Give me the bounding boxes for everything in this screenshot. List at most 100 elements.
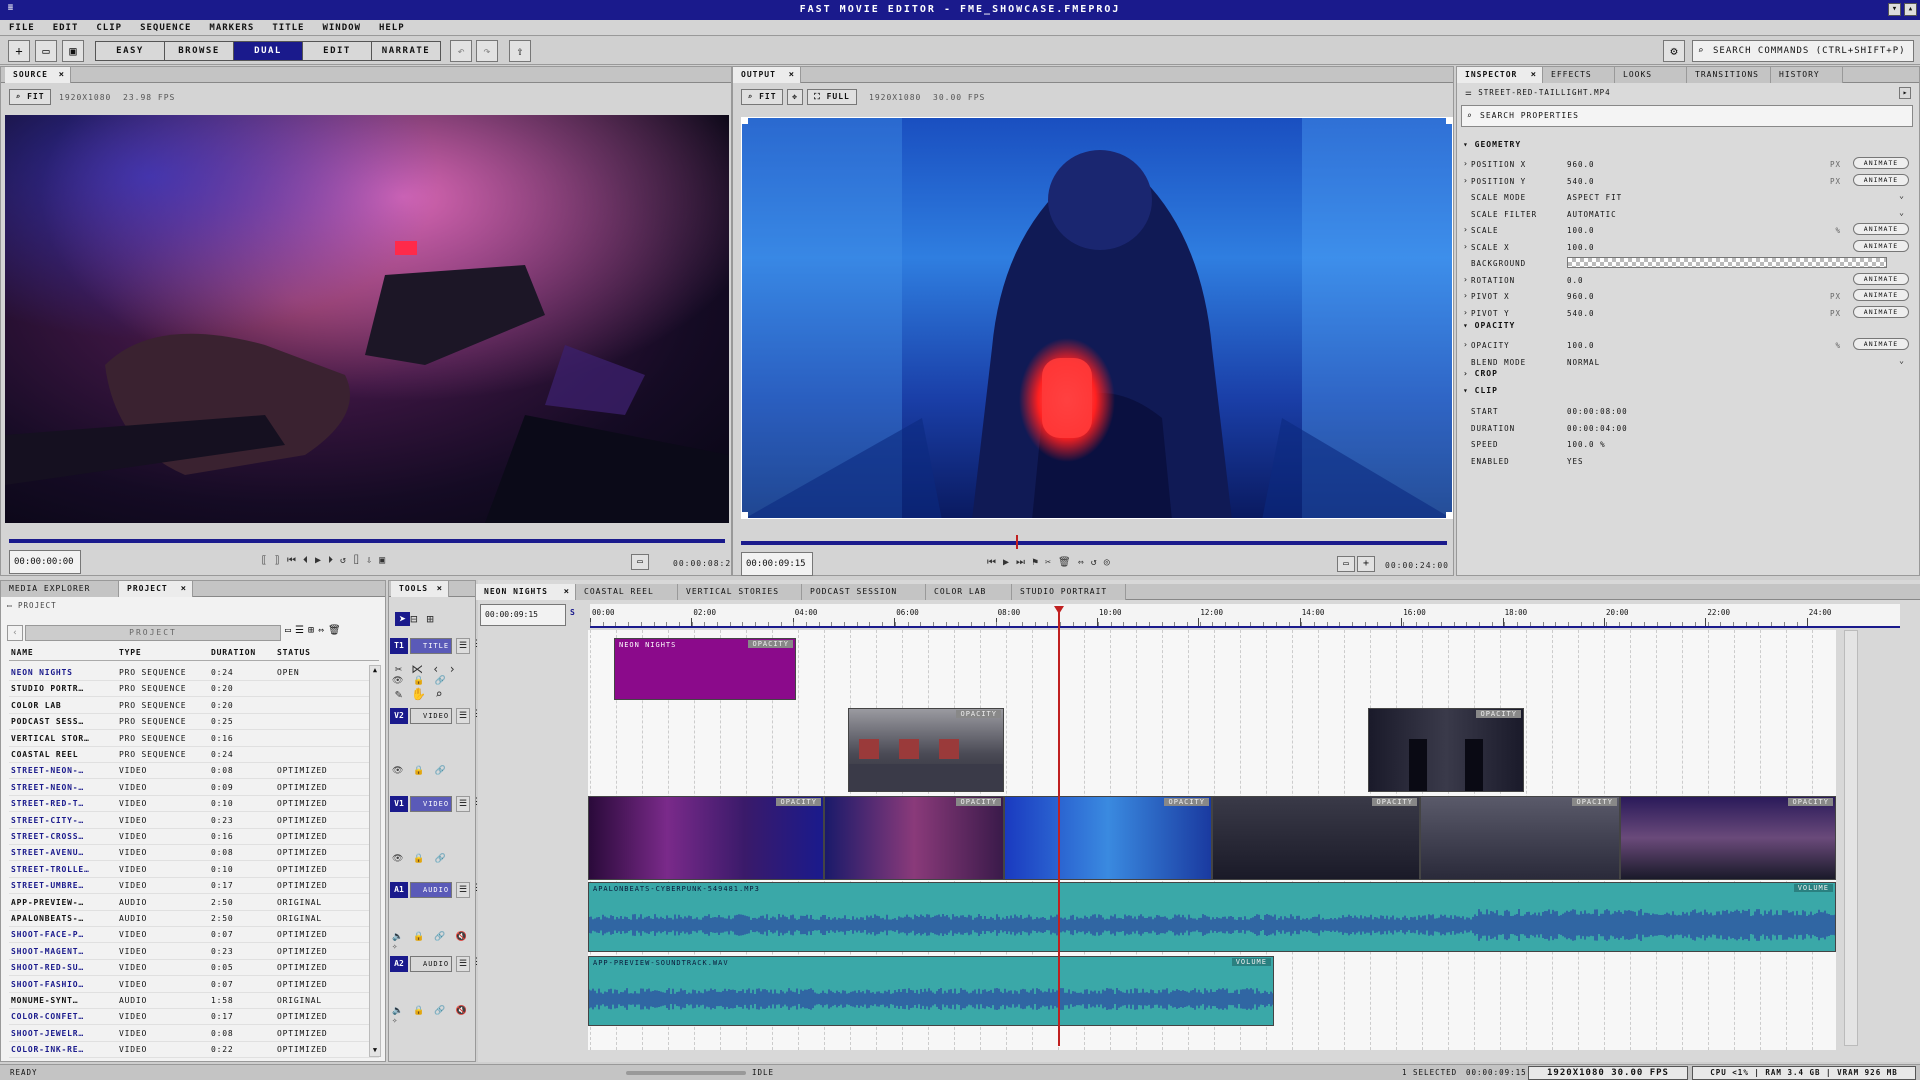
tab-source[interactable]: SOURCE × [5, 67, 71, 83]
mode-narrate-button[interactable]: NARRATE [371, 41, 441, 61]
track-visibility-controls[interactable]: 👁🔒🔗 [392, 854, 456, 864]
add-icon[interactable]: + [1357, 556, 1375, 572]
property-value[interactable]: 960.0 [1567, 292, 1595, 301]
output-fit-button[interactable]: ⌕ FIT [741, 89, 783, 105]
property-value[interactable]: 100.0 [1567, 243, 1595, 252]
tab-looks[interactable]: LOOKS [1615, 67, 1687, 83]
track-menu-icon[interactable]: ☰ [456, 638, 470, 654]
track-settings-icon[interactable]: ⋮ [472, 639, 481, 649]
chevron-right-icon[interactable]: › [1463, 225, 1469, 234]
source-transport-controls[interactable]: ⟦⟧⏮⏴▶⏵↺⌷⇩▣ [261, 555, 392, 566]
list-item[interactable]: STREET-RED-T… VIDEO 0:10 OPTIMIZED [9, 796, 379, 813]
property-value[interactable]: 0.0 [1567, 276, 1584, 285]
section-clip[interactable]: ▾ CLIP [1463, 386, 1498, 395]
close-icon[interactable]: × [181, 581, 187, 597]
transform-handle[interactable] [742, 118, 748, 124]
playhead-marker-icon[interactable] [1054, 606, 1065, 614]
list-item[interactable]: COASTAL REEL PRO SEQUENCE 0:24 [9, 747, 379, 763]
mode-dual-button[interactable]: DUAL [233, 41, 303, 61]
close-icon[interactable]: × [789, 67, 795, 83]
section-crop[interactable]: › CROP [1463, 369, 1498, 378]
close-icon[interactable]: × [437, 581, 443, 597]
save-icon[interactable]: ▣ [62, 40, 84, 62]
close-icon[interactable]: × [59, 67, 65, 83]
close-icon[interactable]: × [1531, 67, 1537, 83]
select-tool-icon[interactable]: ➤ [395, 612, 411, 626]
track-name-toggle[interactable]: AUDIO [410, 882, 452, 898]
video-clip[interactable]: OPACITY [588, 796, 824, 880]
chevron-down-icon[interactable]: ⌄ [1899, 356, 1905, 365]
output-full-button[interactable]: ⛶ FULL [807, 89, 857, 105]
property-value[interactable]: 100.0 [1567, 226, 1595, 235]
animate-button[interactable]: ANIMATE [1853, 272, 1909, 285]
property-value[interactable]: AUTOMATIC [1567, 210, 1617, 219]
property-value[interactable]: ASPECT FIT [1567, 193, 1622, 202]
property-value[interactable]: YES [1567, 457, 1584, 466]
property-value[interactable]: 540.0 [1567, 177, 1595, 186]
animate-button[interactable]: ANIMATE [1853, 289, 1909, 301]
video-clip[interactable]: OPACITY [1620, 796, 1836, 880]
list-item[interactable]: STUDIO PORTR… PRO SEQUENCE 0:20 [9, 681, 379, 698]
output-timecode[interactable]: 00:00:09:15 [741, 552, 813, 576]
property-value[interactable]: NORMAL [1567, 358, 1600, 367]
tab-inspector[interactable]: INSPECTOR × [1457, 67, 1543, 83]
track-audio-controls[interactable]: 🔈🔒🔗🔇✧ [392, 1006, 478, 1026]
chevron-right-icon[interactable]: › [1463, 176, 1469, 185]
tab-color-lab[interactable]: COLOR LAB [926, 584, 1012, 600]
property-row[interactable]: SCALE FILTER AUTOMATIC ⌄ [1457, 206, 1919, 222]
property-row[interactable]: › SCALE X 100.0 ANIMATE [1457, 239, 1919, 255]
track-settings-icon[interactable]: ⋮ [472, 797, 481, 807]
list-item[interactable]: STREET-CITY-… VIDEO 0:23 OPTIMIZED [9, 813, 379, 829]
track-settings-icon[interactable]: ⋮ [472, 709, 481, 719]
track-visibility-controls[interactable]: 👁🔒🔗 [392, 766, 456, 776]
output-viewer[interactable] [741, 117, 1453, 519]
tab-project[interactable]: PROJECT × [119, 581, 193, 597]
undo-icon[interactable]: ↶ [450, 40, 472, 62]
menu-window[interactable]: WINDOW [313, 20, 370, 36]
tab-podcast-session[interactable]: PODCAST SESSION [802, 584, 926, 600]
video-clip[interactable]: OPACITY [1212, 796, 1420, 880]
chevron-right-icon[interactable]: › [1463, 340, 1469, 349]
project-scrollbar[interactable]: ▲ ▼ [369, 665, 381, 1057]
chevron-right-icon[interactable]: › [1463, 159, 1469, 168]
property-row[interactable]: BLEND MODE NORMAL ⌄ [1457, 354, 1919, 370]
list-item[interactable]: SHOOT-RED-SU… VIDEO 0:05 OPTIMIZED [9, 960, 379, 977]
property-row[interactable]: › ROTATION 0.0 ANIMATE [1457, 272, 1919, 288]
tab-studio-portrait[interactable]: STUDIO PORTRAIT [1012, 584, 1126, 600]
list-item[interactable]: NEON NIGHTS PRO SEQUENCE 0:24 OPEN [9, 665, 379, 681]
video-clip-selected[interactable]: OPACITY [1004, 796, 1212, 880]
list-item[interactable]: PODCAST SESS… PRO SEQUENCE 0:25 [9, 714, 379, 731]
list-item[interactable]: COLOR-INK-RE… VIDEO 0:22 OPTIMIZED [9, 1042, 379, 1059]
list-item[interactable]: COLOR-CONFET… VIDEO 0:17 OPTIMIZED [9, 1009, 379, 1026]
transform-handle[interactable] [1446, 512, 1452, 518]
menu-title[interactable]: TITLE [263, 20, 313, 36]
list-item[interactable]: SHOOT-FASHIO… VIDEO 0:07 OPTIMIZED [9, 977, 379, 993]
mode-browse-button[interactable]: BROWSE [164, 41, 234, 61]
mode-edit-button[interactable]: EDIT [302, 41, 372, 61]
property-value[interactable]: 960.0 [1567, 160, 1595, 169]
list-item[interactable]: SHOOT-FACE-P… VIDEO 0:07 OPTIMIZED [9, 927, 379, 944]
video-clip[interactable]: OPACITY [848, 708, 1004, 792]
roll-tool-icon[interactable]: ⊞ [426, 612, 442, 626]
transform-handle[interactable] [742, 512, 748, 518]
track-name-toggle[interactable]: VIDEO [410, 708, 452, 724]
output-scrubber[interactable] [741, 541, 1447, 545]
property-row[interactable]: › SCALE 100.0% ANIMATE [1457, 222, 1919, 238]
move-icon[interactable]: ✥ [787, 89, 803, 105]
ripple-tool-icon[interactable]: ⊟ [410, 612, 426, 626]
track-menu-icon[interactable]: ☰ [456, 956, 470, 972]
audio-clip[interactable]: APP-PREVIEW-SOUNDTRACK.WAV VOLUME [588, 956, 1274, 1026]
property-value[interactable]: 00:00:04:00 [1567, 424, 1628, 433]
list-item[interactable]: COLOR LAB PRO SEQUENCE 0:20 [9, 698, 379, 714]
output-playhead[interactable] [1016, 535, 1019, 549]
timeline-playhead[interactable] [1054, 606, 1065, 1046]
track-audio-controls[interactable]: 🔈🔒🔗🔇✧ [392, 932, 478, 952]
tab-transitions[interactable]: TRANSITIONS [1687, 67, 1771, 83]
menu-edit[interactable]: EDIT [44, 20, 88, 36]
chevron-down-icon[interactable]: ⌄ [1899, 191, 1905, 200]
property-row[interactable]: › PIVOT X 960.0 PX ANIMATE [1457, 288, 1919, 304]
timeline-timecode[interactable]: 00:00:09:15 [480, 604, 566, 626]
timeline-vertical-scrollbar[interactable] [1844, 630, 1858, 1046]
scroll-up-icon[interactable]: ▲ [370, 666, 380, 676]
list-item[interactable]: SHOOT-JEWELR… VIDEO 0:08 OPTIMIZED [9, 1026, 379, 1042]
